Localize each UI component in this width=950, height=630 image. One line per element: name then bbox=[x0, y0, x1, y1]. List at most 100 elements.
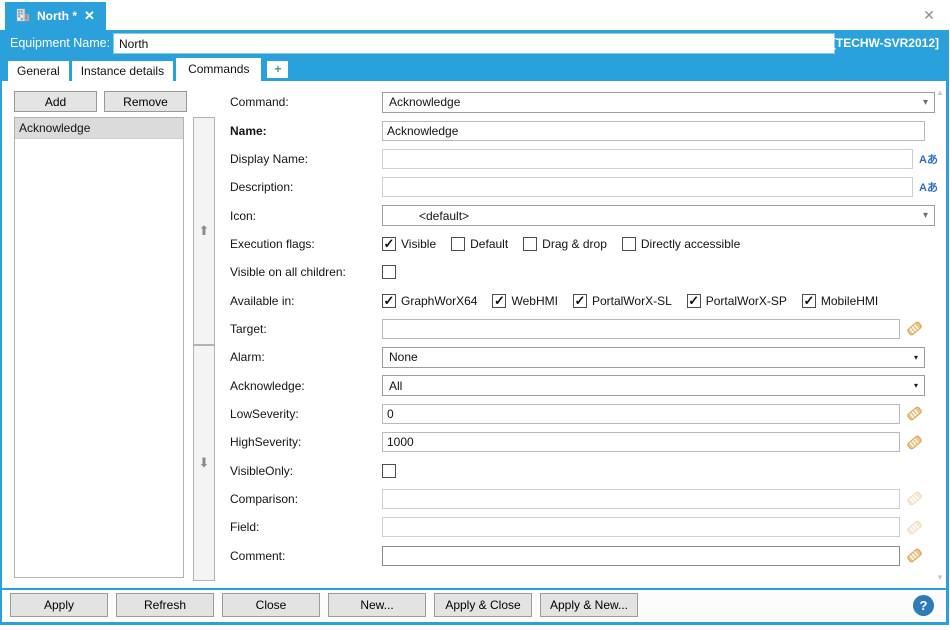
graphworx64-option: ✓GraphWorX64 bbox=[382, 294, 477, 308]
visible-on-all-children-label: Visible on all children: bbox=[230, 265, 382, 279]
display-name-row: Display Name:Aあ bbox=[230, 145, 936, 173]
comment-input[interactable] bbox=[382, 546, 900, 566]
portalworx-sp-checkbox[interactable]: ✓ bbox=[687, 294, 701, 308]
icon-field: <default>▾ bbox=[382, 205, 936, 226]
visible-only-checkbox[interactable] bbox=[382, 464, 396, 478]
tab-general[interactable]: General bbox=[8, 61, 69, 81]
command-select[interactable]: Acknowledge▾ bbox=[382, 92, 935, 113]
drag-drop-option: Drag & drop bbox=[523, 237, 607, 251]
description-field: Aあ bbox=[382, 177, 938, 197]
tab-instance-details[interactable]: Instance details bbox=[72, 61, 173, 81]
tab-strip: GeneralInstance detailsCommands + bbox=[0, 57, 949, 81]
data-tag-icon[interactable] bbox=[906, 547, 923, 564]
mobilehmi-checkbox[interactable]: ✓ bbox=[802, 294, 816, 308]
scroll-up-icon[interactable]: ▲ bbox=[936, 88, 944, 97]
move-down-button[interactable]: ⬇ bbox=[193, 345, 215, 581]
add-tab-button[interactable]: + bbox=[267, 61, 288, 78]
visible-option: ✓ Visible bbox=[382, 237, 436, 251]
window-close-icon[interactable]: ✕ bbox=[920, 6, 938, 24]
visible-checkbox[interactable]: ✓ bbox=[382, 237, 396, 251]
checkmark-icon: ✓ bbox=[688, 294, 699, 307]
visible-only-field bbox=[382, 464, 936, 478]
portalworx-sl-checkbox[interactable]: ✓ bbox=[573, 294, 587, 308]
chevron-down-icon: ▾ bbox=[914, 353, 918, 362]
target-label: Target: bbox=[230, 322, 382, 336]
data-tag-icon bbox=[906, 490, 923, 507]
move-up-button[interactable]: ⬆ bbox=[193, 117, 215, 345]
webhmi-checkbox[interactable]: ✓ bbox=[492, 294, 506, 308]
description-label: Description: bbox=[230, 180, 382, 194]
field-input[interactable] bbox=[382, 517, 900, 537]
refresh-button[interactable]: Refresh bbox=[116, 593, 214, 617]
drag-drop-checkbox[interactable] bbox=[523, 237, 537, 251]
close-button[interactable]: Close bbox=[222, 593, 320, 617]
available-in-row: Available in:✓GraphWorX64✓WebHMI✓PortalW… bbox=[230, 286, 936, 314]
low-severity-input[interactable] bbox=[382, 404, 900, 424]
description-input[interactable] bbox=[382, 177, 913, 197]
directly-accessible-checkbox-label: Directly accessible bbox=[641, 237, 740, 251]
acknowledge-select[interactable]: All▾ bbox=[382, 375, 925, 396]
tab-commands[interactable]: Commands bbox=[176, 58, 261, 81]
apply-and-new-button[interactable]: Apply & New... bbox=[540, 593, 638, 617]
display-name-label: Display Name: bbox=[230, 152, 382, 166]
webhmi-option: ✓ WebHMI bbox=[492, 294, 557, 308]
low-severity-row: LowSeverity: bbox=[230, 400, 936, 428]
field-label: Field: bbox=[230, 520, 382, 534]
graphworx64-checkbox[interactable]: ✓ bbox=[382, 294, 396, 308]
acknowledge-value: All bbox=[389, 379, 402, 393]
document-tab-north[interactable]: North * ✕ bbox=[5, 2, 106, 30]
reorder-column: ⬆ ⬇ bbox=[193, 117, 215, 581]
data-tag-icon[interactable] bbox=[906, 434, 923, 451]
command-list: Acknowledge bbox=[14, 117, 184, 578]
target-input[interactable] bbox=[382, 319, 900, 339]
target-row: Target: bbox=[230, 315, 936, 343]
portalworx-sl-option: ✓PortalWorX-SL bbox=[573, 294, 672, 308]
form-scrollbar[interactable]: ▲ ▼ bbox=[936, 88, 944, 582]
visible-on-all-children-checkbox[interactable] bbox=[382, 265, 396, 279]
command-list-item[interactable]: Acknowledge bbox=[15, 118, 183, 139]
checkmark-icon: ✓ bbox=[384, 294, 395, 307]
help-button[interactable]: ? bbox=[913, 595, 934, 616]
apply-and-close-button[interactable]: Apply & Close bbox=[434, 593, 532, 617]
equipment-config-window: North * ✕ ✕ Equipment Name: [TECHW-SVR20… bbox=[0, 0, 950, 630]
acknowledge-label: Acknowledge: bbox=[230, 379, 382, 393]
window-border-bottom bbox=[0, 622, 949, 625]
acknowledge-row: Acknowledge:All▾ bbox=[230, 371, 936, 399]
icon-select[interactable]: <default>▾ bbox=[382, 205, 935, 226]
low-severity-label: LowSeverity: bbox=[230, 407, 382, 421]
alarm-select[interactable]: None▾ bbox=[382, 347, 925, 368]
mobilehmi-option: ✓MobileHMI bbox=[802, 294, 878, 308]
comparison-input[interactable] bbox=[382, 489, 900, 509]
data-tag-icon[interactable] bbox=[906, 320, 923, 337]
high-severity-input[interactable] bbox=[382, 432, 900, 452]
acknowledge-field: All▾ bbox=[382, 375, 936, 396]
checkmark-icon: ✓ bbox=[803, 294, 814, 307]
equipment-name-input[interactable] bbox=[113, 33, 835, 54]
execution-flags-options: ✓VisibleDefaultDrag & dropDirectly acces… bbox=[382, 237, 740, 251]
chevron-down-icon: ▾ bbox=[923, 97, 928, 108]
icon-value: <default> bbox=[389, 209, 469, 223]
default-checkbox[interactable] bbox=[451, 237, 465, 251]
visible-checkbox-label: Visible bbox=[401, 237, 436, 251]
available-in-options: ✓GraphWorX64✓WebHMI✓PortalWorX-SL✓Portal… bbox=[382, 294, 878, 308]
document-tab-strip: North * ✕ ✕ bbox=[0, 0, 950, 30]
apply-button[interactable]: Apply bbox=[10, 593, 108, 617]
scroll-down-icon[interactable]: ▼ bbox=[936, 573, 944, 582]
command-row: Command:Acknowledge▾ bbox=[230, 88, 936, 116]
add-command-button[interactable]: Add bbox=[14, 91, 97, 112]
remove-command-button[interactable]: Remove bbox=[104, 91, 187, 112]
document-tab-close-icon[interactable]: ✕ bbox=[84, 8, 95, 24]
execution-flags-field: ✓VisibleDefaultDrag & dropDirectly acces… bbox=[382, 237, 936, 251]
comment-row: Comment: bbox=[230, 542, 936, 570]
name-input[interactable] bbox=[382, 121, 925, 141]
checkmark-icon: ✓ bbox=[574, 294, 585, 307]
data-tag-icon[interactable] bbox=[906, 405, 923, 422]
low-severity-field bbox=[382, 404, 936, 424]
directly-accessible-checkbox[interactable] bbox=[622, 237, 636, 251]
new-button[interactable]: New... bbox=[328, 593, 426, 617]
equipment-name-bar: Equipment Name: [TECHW-SVR2012] bbox=[0, 30, 949, 57]
server-name-badge: [TECHW-SVR2012] bbox=[832, 30, 939, 57]
display-name-input[interactable] bbox=[382, 149, 913, 169]
visible-on-all-children-row: Visible on all children: bbox=[230, 258, 936, 286]
webhmi-checkbox-label: WebHMI bbox=[511, 294, 557, 308]
